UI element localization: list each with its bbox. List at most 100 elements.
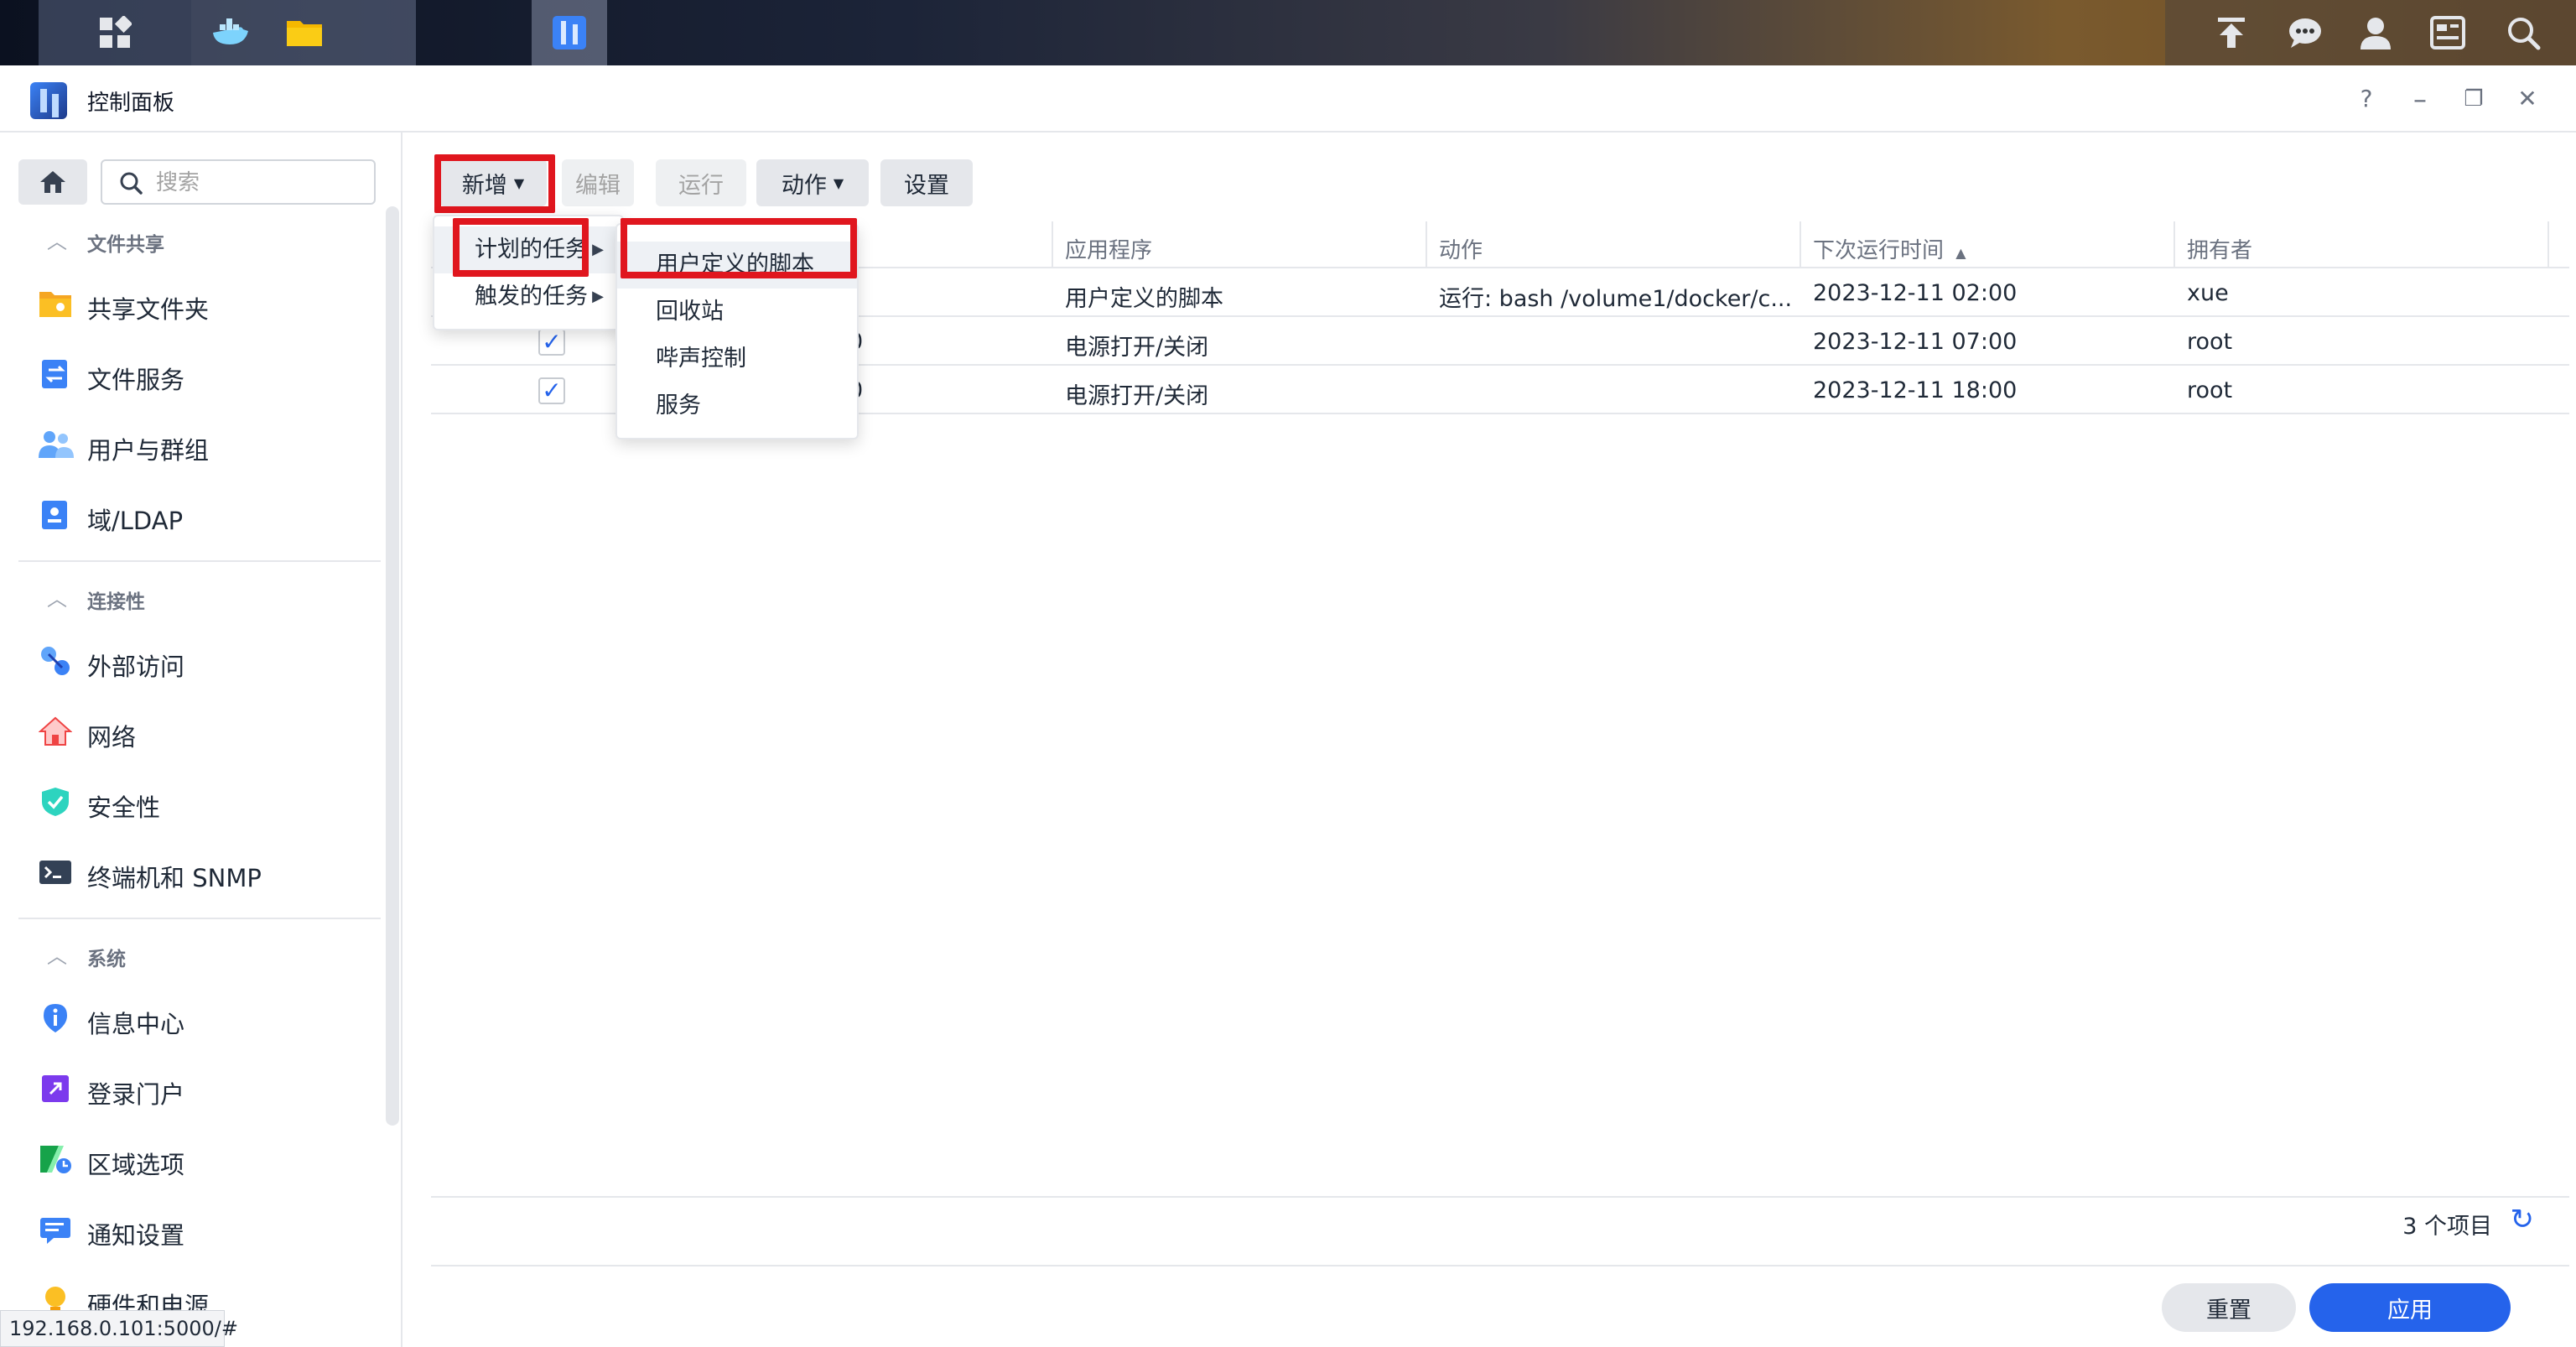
sidebar-divider (18, 560, 381, 562)
file-station-icon[interactable] (282, 10, 327, 55)
sidebar-item-users-groups[interactable]: 用户与群组 (39, 419, 374, 470)
widgets-icon[interactable] (2425, 10, 2470, 55)
sidebar-item-shared-folder[interactable]: 共享文件夹 (39, 278, 374, 329)
row-application: 电源打开/关闭 (1065, 335, 1209, 361)
section-system[interactable]: 系统 (87, 943, 126, 971)
sidebar-item-info-center[interactable]: 信息中心 (39, 993, 374, 1043)
row-owner: xue (2187, 280, 2229, 306)
sidebar-item-login-portal[interactable]: 登录门户 (39, 1064, 374, 1114)
sidebar-item-terminal-snmp[interactable]: 终端机和 SNMP (39, 847, 374, 897)
network-icon (38, 716, 73, 746)
apply-button[interactable]: 应用 (2309, 1283, 2511, 1332)
sidebar-item-security[interactable]: 安全性 (39, 777, 374, 827)
regional-options-icon (39, 1144, 72, 1174)
home-button[interactable] (18, 159, 87, 205)
collapse-connectivity-icon[interactable]: ︿ (47, 582, 67, 611)
search-input[interactable] (156, 168, 366, 198)
section-file-sharing[interactable]: 文件共享 (87, 228, 164, 257)
footer-divider (431, 1265, 2569, 1266)
taskbar-main-menu-area (39, 0, 191, 65)
menu-item-triggered-task[interactable]: 触发的任务 ▶ (434, 273, 622, 320)
action-button-label: 动作 (781, 172, 827, 199)
column-header-owner[interactable]: 拥有者 (2187, 233, 2252, 264)
column-header-next-run[interactable]: 下次运行时间 ▲ (1813, 233, 1966, 264)
control-panel-icon (30, 82, 67, 119)
highlight-add-button (434, 154, 555, 213)
file-services-icon (39, 359, 72, 389)
enabled-checkbox[interactable]: ✓ (538, 377, 565, 404)
sidebar-item-notification[interactable]: 通知设置 (39, 1204, 374, 1255)
sidebar-item-label: 通知设置 (87, 1221, 185, 1250)
row-next-run: 2023-12-11 02:00 (1813, 280, 2018, 306)
shared-folder-icon (39, 289, 72, 319)
menu-item-beep-control[interactable]: 哔声控制 (617, 335, 857, 382)
restore-button[interactable]: ❐ (2457, 82, 2490, 116)
window-title: 控制面板 (87, 91, 175, 116)
column-header-next-run-label: 下次运行时间 (1813, 238, 1945, 263)
row-next-run: 2023-12-11 18:00 (1813, 377, 2018, 403)
menu-item-label: 触发的任务 (475, 283, 588, 309)
sidebar-item-file-services[interactable]: 文件服务 (39, 349, 374, 399)
search-icon (119, 171, 143, 200)
sidebar-item-label: 文件服务 (87, 366, 185, 394)
sidebar-item-label: 网络 (87, 723, 137, 752)
edit-button[interactable]: 编辑 (562, 159, 634, 206)
sidebar-item-label: 域/LDAP (87, 507, 184, 535)
users-groups-icon (39, 429, 74, 460)
column-header-application[interactable]: 应用程序 (1065, 233, 1152, 264)
info-center-icon (39, 1003, 72, 1033)
highlight-user-defined-script (621, 218, 857, 278)
column-separator (2547, 221, 2549, 268)
window-header: 控制面板 ? – ❐ ✕ (0, 65, 2576, 133)
ldap-icon (39, 500, 72, 530)
sidebar-item-network[interactable]: 网络 (38, 706, 374, 757)
row-owner: root (2187, 329, 2233, 355)
submenu-arrow-icon: ▶ (592, 288, 604, 305)
row-action: 运行: bash /volume1/docker/c... (1439, 286, 1793, 312)
control-panel-taskbar-item[interactable] (532, 0, 607, 65)
collapse-system-icon[interactable]: ︿ (47, 939, 67, 969)
notification-icon (39, 1214, 72, 1245)
sort-ascending-icon: ▲ (1955, 245, 1966, 261)
sidebar-search[interactable] (101, 159, 376, 205)
column-separator (1052, 221, 1053, 268)
chat-icon[interactable] (2283, 10, 2328, 55)
section-connectivity[interactable]: 连接性 (87, 585, 145, 614)
sidebar-item-external-access[interactable]: 外部访问 (39, 636, 374, 686)
help-button[interactable]: ? (2350, 82, 2383, 116)
docker-app-icon[interactable] (208, 10, 253, 55)
settings-button[interactable]: 设置 (880, 159, 973, 206)
status-url: 192.168.0.101:5000/# (0, 1310, 238, 1347)
reset-button[interactable]: 重置 (2162, 1283, 2296, 1332)
column-header-action[interactable]: 动作 (1439, 233, 1483, 264)
sidebar-item-label: 共享文件夹 (87, 295, 210, 324)
collapse-file-sharing-icon[interactable]: ︿ (47, 225, 67, 254)
run-button[interactable]: 运行 (656, 159, 746, 206)
sidebar-item-label: 终端机和 SNMP (87, 864, 262, 892)
menu-item-service[interactable]: 服务 (617, 382, 857, 429)
sidebar-item-ldap[interactable]: 域/LDAP (39, 490, 374, 540)
menu-item-recycle-bin[interactable]: 回收站 (617, 289, 857, 335)
main-menu-grid-icon[interactable] (92, 10, 138, 55)
sidebar: ︿ 文件共享 共享文件夹 文件服务 用户与群组 域/LDAP ︿ 连接性 外部访… (0, 133, 402, 1347)
row-application: 用户定义的脚本 (1065, 286, 1223, 312)
caret-down-icon: ▼ (833, 174, 844, 191)
minimize-button[interactable]: – (2403, 82, 2437, 116)
refresh-icon[interactable]: ↻ (2511, 1203, 2535, 1236)
shield-icon (39, 787, 72, 817)
action-button[interactable]: 动作 ▼ (756, 159, 869, 206)
upload-queue-icon[interactable] (2209, 10, 2254, 55)
close-button[interactable]: ✕ (2511, 82, 2544, 116)
sidebar-scrollbar[interactable] (386, 206, 399, 1126)
item-count: 3 个项目 (2402, 1214, 2492, 1240)
home-icon (40, 171, 65, 193)
column-separator (1800, 221, 1801, 268)
external-access-icon (39, 646, 72, 676)
sidebar-item-regional-options[interactable]: 区域选项 (39, 1134, 374, 1184)
taskbar (0, 0, 2576, 65)
user-account-icon[interactable] (2353, 10, 2398, 55)
terminal-icon (39, 857, 72, 887)
enabled-checkbox[interactable]: ✓ (538, 329, 565, 356)
search-icon[interactable] (2501, 10, 2546, 55)
sidebar-item-label: 登录门户 (87, 1080, 185, 1109)
